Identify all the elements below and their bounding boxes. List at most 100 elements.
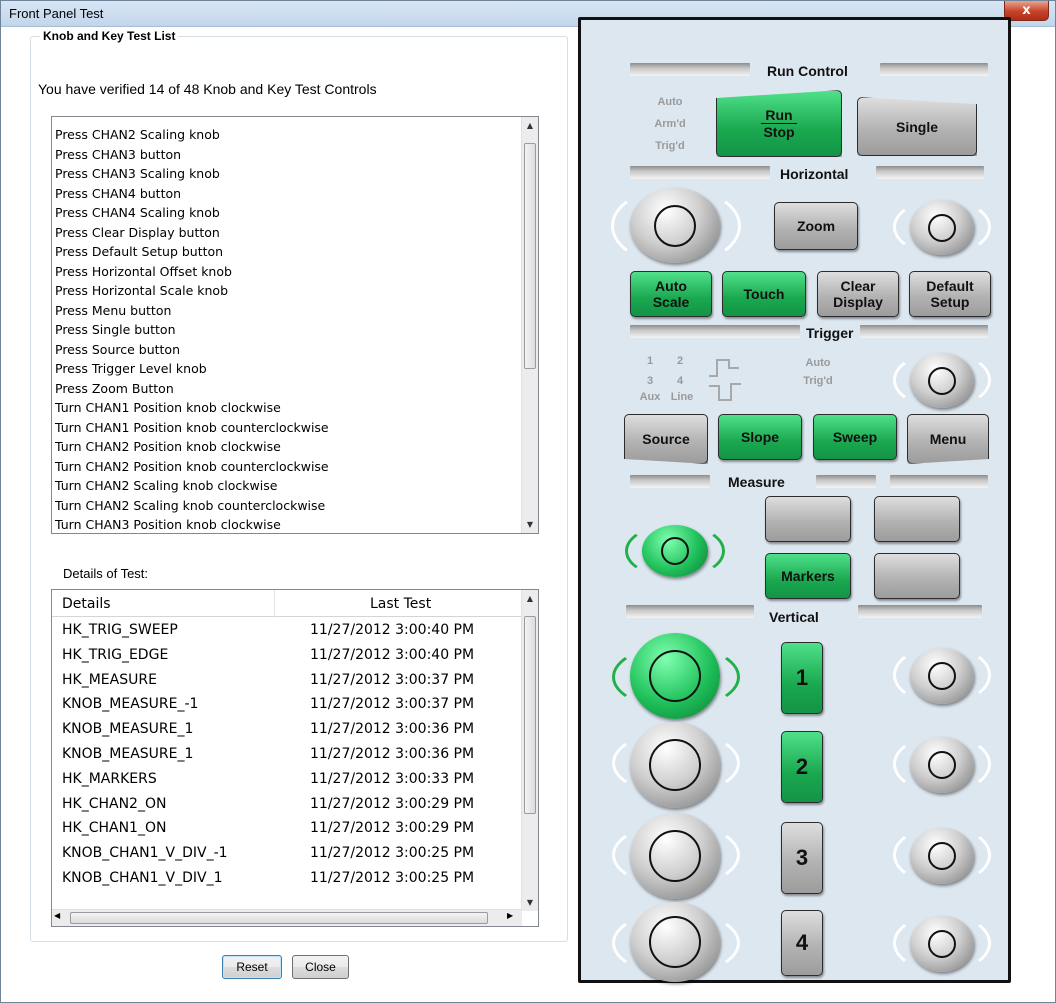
details-row[interactable]: HK_MEASURE 11/27/2012 3:00:37 PM <box>52 668 522 695</box>
auto-scale-button[interactable]: Auto Scale <box>630 271 712 317</box>
chan2-position-knob[interactable] <box>910 737 974 793</box>
trigger-status-triggered: Trig'd <box>803 375 833 387</box>
details-row[interactable]: KNOB_CHAN1_V_DIV_-1 11/27/2012 3:00:25 PM <box>52 841 522 868</box>
reset-button[interactable]: Reset <box>222 955 282 979</box>
verified-count-text: You have verified 14 of 48 Knob and Key … <box>38 81 377 97</box>
details-row[interactable]: HK_TRIG_EDGE 11/27/2012 3:00:40 PM <box>52 643 522 670</box>
test-list-item[interactable]: Press CHAN4 Scaling knob <box>52 203 522 223</box>
test-list-item[interactable]: Press Horizontal Scale knob <box>52 281 522 301</box>
chan3-position-knob[interactable] <box>910 828 974 884</box>
run-stop-button[interactable]: Run Stop <box>716 90 842 157</box>
details-vertical-scrollbar[interactable]: ▲ ▼ <box>521 590 538 911</box>
scroll-down-icon[interactable]: ▼ <box>522 516 538 533</box>
test-list-item[interactable]: Press Single button <box>52 320 522 340</box>
test-list-item[interactable]: Press Menu button <box>52 301 522 321</box>
chan4-scale-knob[interactable] <box>630 902 720 982</box>
measure-softkey-2[interactable] <box>874 496 960 542</box>
test-list-item[interactable]: Turn CHAN2 Scaling knob counterclockwise <box>52 496 522 516</box>
slope-button[interactable]: Slope <box>718 414 802 460</box>
default-setup-button[interactable]: Default Setup <box>909 271 991 317</box>
stop-label: Stop <box>763 124 795 140</box>
trigger-source-line: Line <box>670 391 694 403</box>
window-title: Front Panel Test <box>9 6 104 21</box>
chan3-button[interactable]: 3 <box>781 822 823 894</box>
horizontal-scroll-thumb[interactable] <box>70 912 488 924</box>
details-row[interactable]: HK_TRIG_SWEEP 11/27/2012 3:00:40 PM <box>52 618 522 645</box>
single-button[interactable]: Single <box>857 97 977 156</box>
test-list-item[interactable]: Turn CHAN1 Position knob counterclockwis… <box>52 418 522 438</box>
test-list-item[interactable]: Press CHAN2 Scaling knob <box>52 125 522 145</box>
scroll-right-icon[interactable]: ▶ <box>507 911 513 920</box>
test-list-item[interactable]: Press Zoom Button <box>52 379 522 399</box>
trigger-source-2: 2 <box>676 355 684 367</box>
test-list-item[interactable]: Turn CHAN2 Position knob counterclockwis… <box>52 457 522 477</box>
run-label: Run <box>761 107 797 124</box>
status-auto: Auto <box>657 96 683 108</box>
section-bar <box>626 605 754 618</box>
details-row[interactable]: KNOB_MEASURE_-1 11/27/2012 3:00:37 PM <box>52 692 522 719</box>
details-cell-last-test: 11/27/2012 3:00:29 PM <box>310 795 475 812</box>
touch-button[interactable]: Touch <box>722 271 806 317</box>
test-list-item[interactable]: Press CHAN4 button <box>52 184 522 204</box>
chan4-position-knob[interactable] <box>910 916 974 972</box>
details-row[interactable]: KNOB_MEASURE_1 11/27/2012 3:00:36 PM <box>52 717 522 744</box>
scroll-down-icon[interactable]: ▼ <box>522 894 538 911</box>
chan2-scale-knob[interactable] <box>630 722 720 808</box>
scroll-thumb[interactable] <box>524 616 536 814</box>
scroll-thumb[interactable] <box>524 143 536 369</box>
details-cell-last-test: 11/27/2012 3:00:36 PM <box>310 746 475 762</box>
chan1-button[interactable]: 1 <box>781 642 823 714</box>
column-header-last-test[interactable]: Last Test <box>370 590 431 617</box>
test-list-item[interactable]: Press Default Setup button <box>52 242 522 262</box>
horizontal-scale-knob[interactable] <box>630 188 720 263</box>
details-cell-name: KNOB_MEASURE_-1 <box>62 696 199 713</box>
details-row[interactable]: HK_MARKERS 11/27/2012 3:00:33 PM <box>52 767 522 794</box>
measure-knob[interactable] <box>642 525 708 577</box>
chan3-scale-knob[interactable] <box>630 813 720 899</box>
clear-display-button[interactable]: Clear Display <box>817 271 899 317</box>
section-bar <box>816 475 876 488</box>
test-list-item[interactable]: Turn CHAN2 Position knob clockwise <box>52 437 522 457</box>
test-list-item[interactable]: Press Clear Display button <box>52 223 522 243</box>
details-row[interactable]: KNOB_MEASURE_1 11/27/2012 3:00:36 PM <box>52 742 522 769</box>
details-cell-last-test: 11/27/2012 3:00:40 PM <box>310 622 475 638</box>
horizontal-offset-knob[interactable] <box>910 200 974 255</box>
measure-softkey-3[interactable] <box>874 553 960 599</box>
test-list-vertical-scrollbar[interactable]: ▲ ▼ <box>521 117 538 533</box>
markers-button[interactable]: Markers <box>765 553 851 599</box>
close-button[interactable]: Close <box>292 955 349 979</box>
trigger-source-1: 1 <box>646 355 654 367</box>
chan4-button[interactable]: 4 <box>781 910 823 976</box>
section-bar <box>858 605 982 618</box>
test-list-item[interactable]: Press CHAN3 button <box>52 145 522 165</box>
test-list-item[interactable]: Turn CHAN2 Scaling knob clockwise <box>52 476 522 496</box>
test-list-item[interactable]: Turn CHAN1 Position knob clockwise <box>52 398 522 418</box>
scroll-up-icon[interactable]: ▲ <box>522 590 538 607</box>
details-horizontal-scrollbar[interactable]: ◀ ▶ <box>52 909 522 926</box>
test-list-item[interactable]: Press Source button <box>52 340 522 360</box>
section-bar <box>876 166 984 179</box>
scroll-left-icon[interactable]: ◀ <box>54 911 60 920</box>
chan1-position-knob[interactable] <box>910 648 974 704</box>
measure-softkey-1[interactable] <box>765 496 851 542</box>
source-button[interactable]: Source <box>624 414 708 464</box>
details-row[interactable]: KNOB_CHAN1_V_DIV_1 11/27/2012 3:00:25 PM <box>52 866 522 893</box>
clear-display-label-1: Clear <box>840 278 876 294</box>
test-list-item[interactable]: Press Horizontal Offset knob <box>52 262 522 282</box>
chan1-scale-knob[interactable] <box>630 633 720 719</box>
test-list[interactable]: Press CHAN2 Scaling knob Press CHAN3 butt… <box>51 116 539 534</box>
details-row[interactable]: HK_CHAN1_ON 11/27/2012 3:00:29 PM <box>52 816 522 843</box>
menu-button[interactable]: Menu <box>907 414 989 464</box>
chan2-button[interactable]: 2 <box>781 731 823 803</box>
details-row[interactable]: HK_CHAN2_ON 11/27/2012 3:00:29 PM <box>52 792 522 819</box>
trigger-source-aux: Aux <box>639 391 661 403</box>
test-list-item[interactable]: Press Trigger Level knob <box>52 359 522 379</box>
test-list-item[interactable]: Turn CHAN3 Position knob clockwise <box>52 515 522 533</box>
column-header-details[interactable]: Details <box>62 590 111 617</box>
scroll-up-icon[interactable]: ▲ <box>522 117 538 134</box>
zoom-button[interactable]: Zoom <box>774 202 858 250</box>
test-list-item[interactable]: Press CHAN3 Scaling knob <box>52 164 522 184</box>
details-grid[interactable]: Details Last Test HK_TRIG_SWEEP 11/27/201… <box>51 589 539 927</box>
sweep-button[interactable]: Sweep <box>813 414 897 460</box>
trigger-level-knob[interactable] <box>910 353 974 408</box>
